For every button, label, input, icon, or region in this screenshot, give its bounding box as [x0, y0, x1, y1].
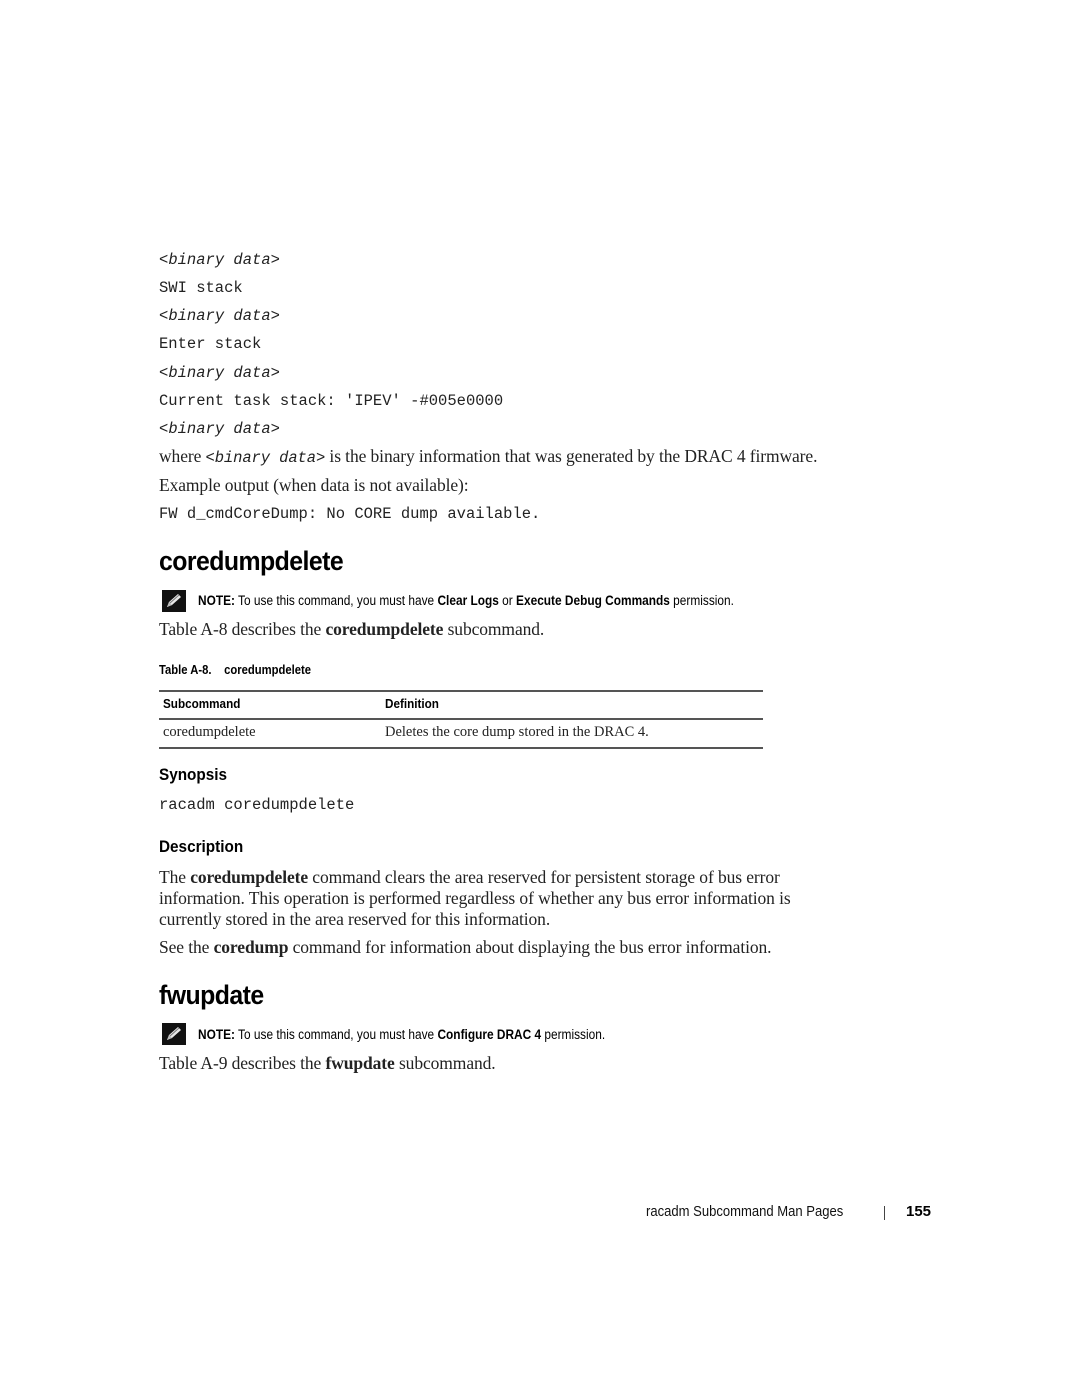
code-line: <binary data> [159, 251, 280, 269]
text: To use this command, you must have [234, 593, 438, 608]
note-fwupdate: NOTE: To use this command, you must have… [198, 1027, 605, 1042]
description-paragraph-2: See the coredump command for information… [159, 937, 772, 958]
example-code: FW d_cmdCoreDump: No CORE dump available… [159, 505, 541, 523]
angle-open: < [159, 420, 169, 438]
note-pencil-icon [162, 1023, 186, 1045]
code-placeholder: binary data [168, 364, 271, 382]
description-line: currently stored in the area reserved fo… [159, 909, 551, 929]
table-cell-definition: Deletes the core dump stored in the DRAC… [385, 724, 649, 740]
note-coredumpdelete: NOTE: To use this command, you must have… [198, 593, 734, 608]
text: subcommand. [394, 1053, 496, 1073]
table-caption: Table A-8. coredumpdelete [159, 663, 311, 677]
table-intro-fwupdate: Table A-9 describes the fwupdate subcomm… [159, 1053, 496, 1074]
code-line: Current task stack: 'IPEV' -#005e0000 [159, 392, 504, 410]
description-line: information. This operation is performed… [159, 888, 791, 908]
where-paragraph: where <binary data> is the binary inform… [159, 446, 817, 467]
code-line: SWI stack [159, 279, 243, 297]
text: subcommand. [443, 619, 545, 639]
text: command clears the area reserved for per… [308, 867, 780, 887]
code-placeholder: binary data [168, 420, 271, 438]
description-heading: Description [159, 837, 244, 856]
code-placeholder: binary data [168, 307, 271, 325]
page-number: 155 [906, 1203, 932, 1220]
permission-name: Clear Logs [437, 593, 499, 608]
table-header-rule [159, 718, 763, 720]
angle-close: > [270, 420, 280, 438]
angle-close: > [270, 364, 280, 382]
angle-close: > [315, 449, 326, 467]
angle-open: < [159, 307, 169, 325]
text: permission. [669, 593, 734, 608]
description-line: The coredumpdelete command clears the ar… [159, 867, 780, 888]
table-cell-subcommand: coredumpdelete [163, 724, 256, 740]
text: See the [159, 937, 214, 957]
footer-chapter-title: racadm Subcommand Man Pages [646, 1204, 844, 1220]
section-heading-fwupdate: fwupdate [159, 980, 264, 1010]
code-placeholder: binary data [168, 251, 271, 269]
text: where [159, 446, 206, 466]
synopsis-code: racadm coredumpdelete [159, 796, 355, 814]
command-name: coredumpdelete [325, 619, 444, 639]
angle-open: < [159, 251, 169, 269]
angle-open: < [205, 449, 215, 467]
text: command for information about displaying… [288, 937, 772, 957]
command-name: fwupdate [325, 1053, 395, 1073]
code-line: <binary data> [159, 420, 280, 438]
command-name: coredumpdelete [190, 867, 309, 887]
pencil-icon [167, 594, 181, 607]
code-line: <binary data> [159, 307, 280, 325]
angle-close: > [270, 251, 280, 269]
command-name: coredump [213, 937, 289, 957]
text: The [159, 867, 191, 887]
example-paragraph: Example output (when data is not availab… [159, 475, 469, 495]
note-label: NOTE: [198, 593, 235, 608]
table-number: Table A-8. [159, 663, 212, 677]
permission-name: Configure DRAC 4 [437, 1027, 542, 1042]
code-line: <binary data> [159, 364, 280, 382]
permission-name: Execute Debug Commands [516, 593, 670, 608]
table-header-subcommand: Subcommand [163, 696, 241, 711]
text: is the binary information that was gener… [325, 446, 818, 466]
text: Table A-9 describes the [159, 1053, 326, 1073]
table-title: coredumpdelete [224, 663, 312, 677]
code-placeholder: binary data [214, 449, 316, 467]
note-label: NOTE: [198, 1027, 235, 1042]
text: Table A-8 describes the [159, 619, 326, 639]
footer-separator [884, 1206, 885, 1220]
table-intro-coredumpdelete: Table A-8 describes the coredumpdelete s… [159, 619, 544, 640]
inline-code: <binary data> [206, 449, 326, 467]
table-header-definition: Definition [385, 696, 439, 711]
angle-open: < [159, 364, 169, 382]
note-pencil-icon [162, 590, 186, 612]
section-heading-coredumpdelete: coredumpdelete [159, 546, 344, 576]
text: or [498, 593, 517, 608]
synopsis-heading: Synopsis [159, 765, 228, 784]
code-line: Enter stack [159, 335, 262, 353]
text: permission. [541, 1027, 606, 1042]
table-top-rule [159, 690, 763, 692]
text: To use this command, you must have [234, 1027, 438, 1042]
table-bottom-rule [159, 747, 763, 749]
pencil-icon [167, 1027, 181, 1040]
angle-close: > [270, 307, 280, 325]
